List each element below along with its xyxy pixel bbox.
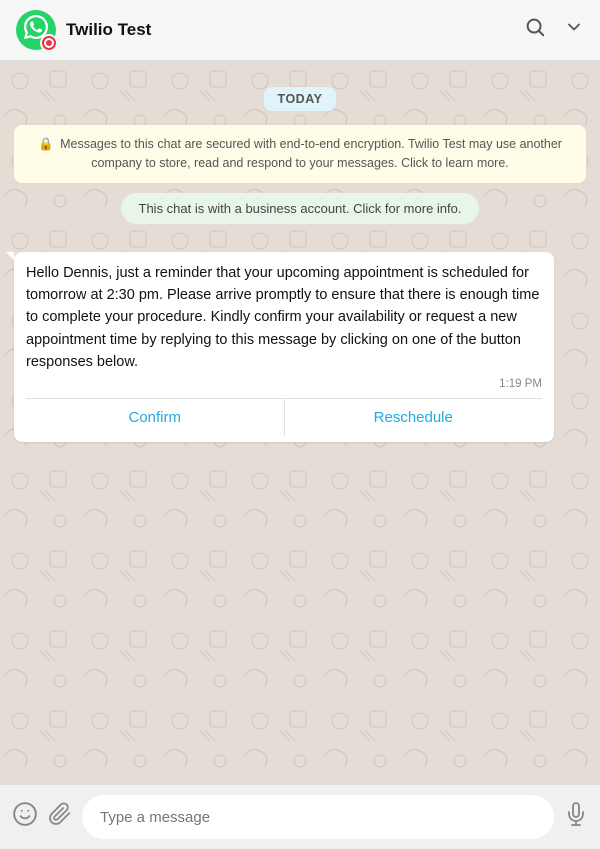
message-text: Hello Dennis, just a reminder that your … — [26, 262, 542, 374]
chat-title: Twilio Test — [66, 20, 524, 40]
chat-header: Twilio Test — [0, 0, 600, 61]
search-icon[interactable] — [524, 16, 546, 44]
lock-icon: 🔒 — [38, 137, 54, 151]
date-label: TODAY — [264, 87, 337, 111]
date-badge: TODAY — [14, 87, 586, 111]
business-notice-wrapper: This chat is with a business account. Cl… — [14, 193, 586, 238]
avatar — [16, 10, 56, 50]
attachment-icon[interactable] — [48, 802, 72, 833]
header-actions — [524, 16, 584, 44]
twilio-badge — [40, 34, 58, 52]
quick-reply-container: Confirm Reschedule — [26, 398, 542, 436]
chat-background: TODAY 🔒 Messages to this chat are secure… — [0, 61, 600, 784]
message-wrapper: Hello Dennis, just a reminder that your … — [14, 252, 586, 442]
message-input[interactable] — [82, 795, 554, 839]
input-area — [0, 784, 600, 849]
reschedule-button[interactable]: Reschedule — [285, 399, 543, 436]
encryption-notice[interactable]: 🔒 Messages to this chat are secured with… — [14, 125, 586, 183]
message-bubble: Hello Dennis, just a reminder that your … — [14, 252, 554, 442]
chevron-down-icon[interactable] — [564, 17, 584, 43]
emoji-icon[interactable] — [12, 801, 38, 834]
mic-icon[interactable] — [564, 802, 588, 833]
confirm-button[interactable]: Confirm — [26, 399, 285, 436]
encryption-text: Messages to this chat are secured with e… — [60, 137, 562, 170]
message-time: 1:19 PM — [26, 378, 542, 390]
business-notice[interactable]: This chat is with a business account. Cl… — [121, 193, 480, 224]
